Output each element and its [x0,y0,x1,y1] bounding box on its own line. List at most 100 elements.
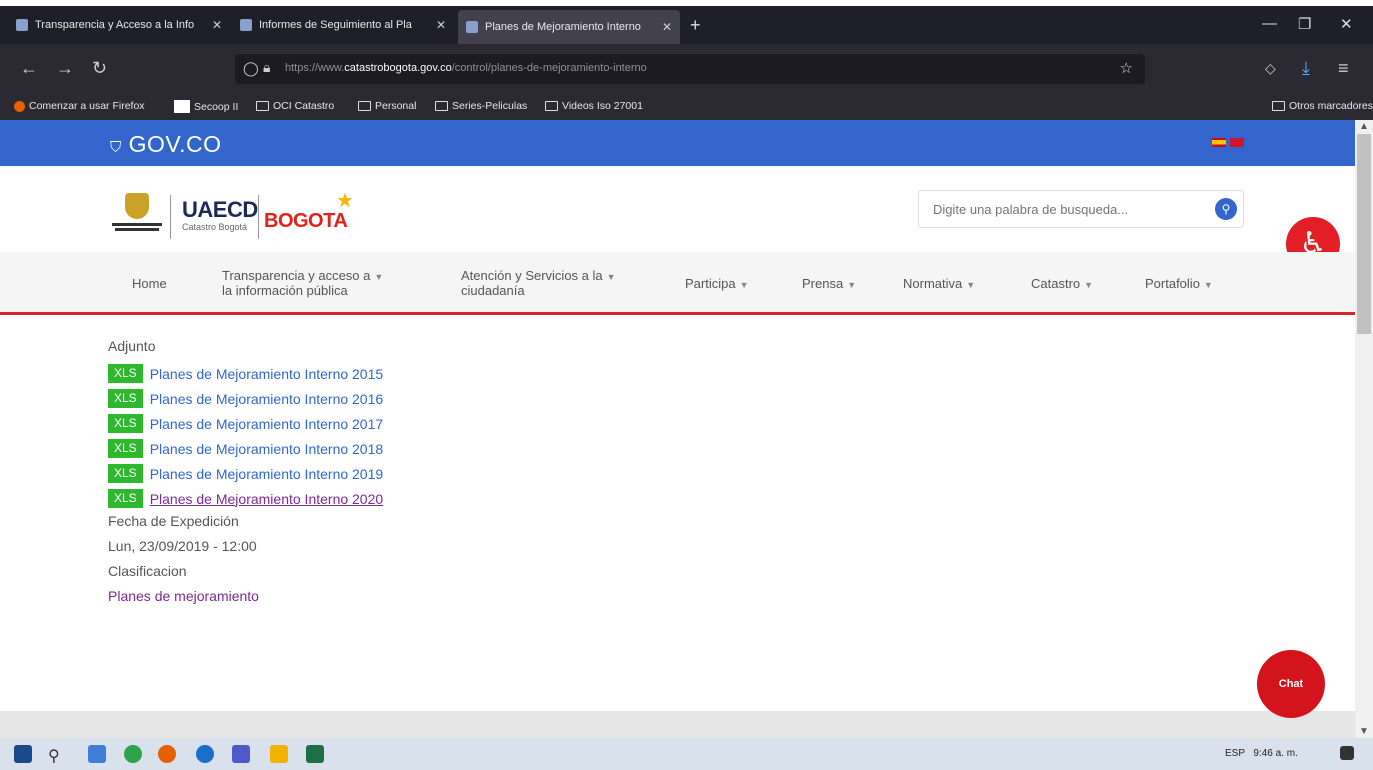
menu-item-catastro[interactable]: Catastro ▼ [1031,277,1093,292]
file-explorer-icon[interactable] [270,745,288,763]
attachment-item: XLS Planes de Mejoramiento Interno 2016 [108,386,383,411]
folder-icon [358,101,371,111]
chevron-down-icon: ▼ [374,272,384,282]
edge-icon[interactable] [196,745,214,763]
attachment-item: XLS Planes de Mejoramiento Interno 2017 [108,411,383,436]
attachment-link-2015[interactable]: Planes de Mejoramiento Interno 2015 [150,366,383,382]
chrome-icon[interactable] [124,745,142,763]
menu-item-home[interactable]: Home [132,277,167,290]
spanish-flag-icon[interactable] [1212,138,1226,147]
browser-tab-transparencia[interactable]: Transparencia y Acceso a la Info ✕ [8,6,230,44]
attachment-link-2017[interactable]: Planes de Mejoramiento Interno 2017 [150,416,383,432]
scrollbar-thumb[interactable] [1357,134,1371,334]
folder-icon [435,101,448,111]
attachment-link-2018[interactable]: Planes de Mejoramiento Interno 2018 [150,441,383,457]
lock-icon[interactable]: 🔒︎ [263,59,270,76]
page-favicon-icon [466,21,478,33]
back-arrow-icon[interactable]: ← [20,58,38,79]
browser-tab-strip: Transparencia y Acceso a la Info ✕ Infor… [0,6,1373,44]
bookmark-oci[interactable]: OCI Catastro [256,100,334,112]
tab-label: Planes de Mejoramiento Interno [485,21,641,33]
bookmark-secoop[interactable]: Secoop II [174,100,238,113]
window-close-icon[interactable]: ✕ [1340,15,1353,33]
windows-taskbar: ⚲ ESP 9:46 a. m. [0,738,1373,770]
bookmark-videos[interactable]: Videos Iso 27001 [545,100,643,112]
bookmark-star-icon[interactable]: ☆ [1120,59,1133,77]
close-icon[interactable]: ✕ [212,18,222,32]
task-view-icon[interactable] [88,745,106,763]
pocket-icon[interactable]: ◇ [1265,60,1276,77]
bogota-logo[interactable]: BOGOTA [264,210,348,233]
main-menu: Home Transparencia y acceso a ▼ la inform… [0,252,1355,315]
english-flag-icon[interactable] [1230,138,1244,147]
menu-icon[interactable]: ≡ [1338,58,1349,79]
menu-item-atencion[interactable]: Atención y Servicios a la ▼ ciudadanía [461,269,616,297]
firefox-icon[interactable] [158,745,176,763]
shield-icon[interactable]: ◯ [243,60,259,77]
bookmark-other[interactable]: Otros marcadores [1272,100,1373,112]
notifications-icon[interactable] [1340,746,1354,760]
reload-icon[interactable]: ↻ [92,58,107,79]
tray-language[interactable]: ESP [1225,748,1245,759]
attachment-link-2020[interactable]: Planes de Mejoramiento Interno 2020 [150,491,383,507]
xls-badge: XLS [108,439,143,458]
menu-item-transparencia[interactable]: Transparencia y acceso a ▼ la información… [222,269,383,297]
new-tab-button[interactable]: + [690,15,701,36]
uaecd-logo[interactable]: UAECD Catastro Bogotá [182,197,258,232]
address-bar[interactable]: ◯ 🔒︎ https://www.catastrobogota.gov.co/c… [235,54,1145,84]
close-icon[interactable]: ✕ [436,18,446,32]
search-icon[interactable]: ⚲ [1215,198,1237,220]
browser-nav-bar: ← → ↻ ◯ 🔒︎ https://www.catastrobogota.go… [0,44,1373,94]
browser-tab-planes[interactable]: Planes de Mejoramiento Interno ✕ [458,10,680,44]
download-icon[interactable]: ⤓ [1302,58,1310,79]
bookmark-series[interactable]: Series-Peliculas [435,100,527,112]
search-box: ⚲ [918,190,1244,228]
bookmark-personal[interactable]: Personal [358,100,416,112]
restore-icon[interactable]: ❐ [1298,15,1311,33]
gov-logo[interactable]: ⛉ GOV.CO [110,131,222,158]
search-icon[interactable]: ⚲ [48,746,66,765]
issue-date-value: Lun, 23/09/2019 - 12:00 [108,538,257,554]
page-favicon-icon [240,19,252,31]
attachment-link-2019[interactable]: Planes de Mejoramiento Interno 2019 [150,466,383,482]
bookmark-firefox[interactable]: Comenzar a usar Firefox [14,100,145,112]
scroll-up-icon[interactable]: ▲ [1359,121,1369,132]
issue-date-label: Fecha de Expedición [108,513,239,529]
firefox-icon [14,100,25,112]
coat-of-arms-icon [125,193,149,219]
attachment-item: XLS Planes de Mejoramiento Interno 2018 [108,436,383,461]
gov-shield-icon: ⛉ [110,139,122,156]
folder-icon [256,101,269,111]
attachment-item: XLS Planes de Mejoramiento Interno 2015 [108,361,383,386]
classification-link[interactable]: Planes de mejoramiento [108,588,259,604]
minimize-icon[interactable]: — [1262,15,1277,32]
page-favicon-icon [16,19,28,31]
scroll-down-icon[interactable]: ▼ [1359,726,1369,737]
attachments-section: Adjunto XLS Planes de Mejoramiento Inter… [108,336,383,611]
xls-badge: XLS [108,389,143,408]
chat-button[interactable]: Chat [1257,650,1325,718]
logo-divider [170,195,171,239]
browser-tab-informes[interactable]: Informes de Seguimiento al Pla ✕ [232,6,454,44]
menu-item-normativa[interactable]: Normativa ▼ [903,277,975,292]
folder-icon [545,101,558,111]
teams-icon[interactable] [232,745,250,763]
excel-icon[interactable] [306,745,324,763]
alcaldia-logo[interactable] [110,193,164,238]
tray-clock[interactable]: 9:46 a. m. [1253,748,1297,759]
chevron-down-icon: ▼ [847,280,857,290]
search-input[interactable] [931,201,1195,218]
menu-item-participa[interactable]: Participa ▼ [685,277,749,292]
logo-divider [258,195,259,239]
system-tray: ESP 9:46 a. m. [1225,748,1298,759]
forward-arrow-icon[interactable]: → [56,58,74,79]
attachment-link-2016[interactable]: Planes de Mejoramiento Interno 2016 [150,391,383,407]
start-icon[interactable] [14,745,32,763]
close-icon[interactable]: ✕ [662,20,672,34]
chevron-down-icon: ▼ [1084,280,1094,290]
menu-item-prensa[interactable]: Prensa ▼ [802,277,856,292]
xls-badge: XLS [108,464,143,483]
attachment-item: XLS Planes de Mejoramiento Interno 2019 [108,461,383,486]
menu-item-portafolio[interactable]: Portafolio ▼ [1145,277,1213,292]
xls-badge: XLS [108,414,143,433]
